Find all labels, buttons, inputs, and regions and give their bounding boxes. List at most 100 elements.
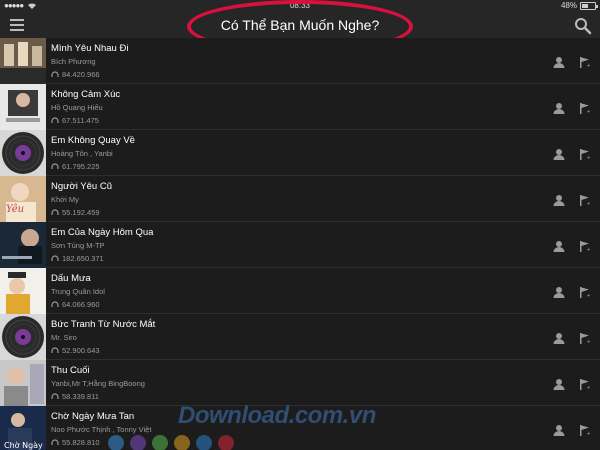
song-cover[interactable] <box>0 360 46 406</box>
svg-text:+: + <box>587 247 591 252</box>
svg-text:+: + <box>587 109 591 114</box>
song-row[interactable]: Thu Cuối Yanbi,Mr T,Hằng BingBoong 58.339.… <box>0 360 600 406</box>
status-time: 08:33 <box>289 1 311 10</box>
artist-icon[interactable] <box>553 423 565 436</box>
song-cover[interactable] <box>0 130 46 176</box>
song-title: Chờ Ngày Mưa Tan <box>51 411 135 422</box>
play-count: 67.511.475 <box>62 116 99 125</box>
song-row[interactable]: Bức Tranh Từ Nước Mắt Mr. Siro 52.900.643 + <box>0 314 600 360</box>
play-count: 52.900.643 <box>62 346 100 355</box>
song-artist: Yanbi,Mr T,Hằng BingBoong <box>51 379 145 388</box>
svg-text:+: + <box>587 385 591 390</box>
play-count: 55.828.810 <box>62 438 100 447</box>
song-artist: Hồ Quang Hiếu <box>51 103 103 112</box>
headphones-icon <box>51 255 59 261</box>
song-plays: 182.650.371 <box>51 254 104 263</box>
artist-icon[interactable] <box>553 55 565 68</box>
song-row[interactable]: Em Không Quay Về Hoàng Tôn , Yanbi 61.795.… <box>0 130 600 176</box>
song-row[interactable]: Chờ Ngày Chờ Ngày Mưa Tan Noo Phước Thịnh … <box>0 406 600 450</box>
song-plays: 52.900.643 <box>51 346 100 355</box>
battery-icon <box>580 1 598 10</box>
artist-icon[interactable] <box>553 193 565 206</box>
artist-icon[interactable] <box>553 377 565 390</box>
song-cover[interactable] <box>0 38 46 84</box>
song-list[interactable]: Mình Yêu Nhau Đi Bích Phương 84.420.966 + Kh… <box>0 38 600 450</box>
song-title: Người Yêu Cũ <box>51 181 112 192</box>
song-cover[interactable] <box>0 222 46 268</box>
headphones-icon <box>51 71 59 77</box>
song-title: Em Của Ngày Hôm Qua <box>51 227 154 238</box>
headphones-icon <box>51 209 59 215</box>
artist-icon[interactable] <box>553 331 565 344</box>
headphones-icon <box>51 163 59 169</box>
flag-icon[interactable]: + <box>579 239 591 253</box>
play-count: 61.795.225 <box>62 162 100 171</box>
headphones-icon <box>51 117 59 123</box>
flag-icon[interactable]: + <box>579 331 591 345</box>
flag-icon[interactable]: + <box>579 55 591 69</box>
svg-text:+: + <box>587 431 591 436</box>
artist-icon[interactable] <box>553 239 565 252</box>
artist-icon[interactable] <box>553 285 565 298</box>
search-icon[interactable] <box>574 17 592 35</box>
flag-icon[interactable]: + <box>579 423 591 437</box>
song-plays: 84.420.966 <box>51 70 100 79</box>
song-artist: Bích Phương <box>51 57 96 66</box>
song-row[interactable]: Em Của Ngày Hôm Qua Sơn Tùng M-TP 182.650.… <box>0 222 600 268</box>
song-plays: 55.192.459 <box>51 208 100 217</box>
play-count: 58.339.811 <box>62 392 99 401</box>
song-row[interactable]: Dấu Mưa Trung Quân Idol 64.066.960 + <box>0 268 600 314</box>
song-plays: 67.511.475 <box>51 116 99 125</box>
song-artist: Hoàng Tôn , Yanbi <box>51 149 113 158</box>
svg-text:+: + <box>587 201 591 206</box>
song-artist: Mr. Siro <box>51 333 77 342</box>
svg-text:+: + <box>587 293 591 298</box>
play-count: 55.192.459 <box>62 208 100 217</box>
svg-text:+: + <box>587 339 591 344</box>
nav-bar: Có Thể Bạn Muốn Nghe? <box>0 12 600 38</box>
play-count: 182.650.371 <box>62 254 104 263</box>
headphones-icon <box>51 301 59 307</box>
svg-text:Chờ Ngày: Chờ Ngày <box>4 440 43 450</box>
svg-text:+: + <box>587 63 591 68</box>
song-title: Em Không Quay Về <box>51 135 135 146</box>
song-plays: 64.066.960 <box>51 300 100 309</box>
battery-fill <box>582 3 588 8</box>
play-count: 64.066.960 <box>62 300 100 309</box>
song-title: Không Cảm Xúc <box>51 89 121 100</box>
page-title: Có Thể Bạn Muốn Nghe? <box>220 17 380 33</box>
song-title: Dấu Mưa <box>51 273 91 284</box>
song-row[interactable]: Không Cảm Xúc Hồ Quang Hiếu 67.511.475 + <box>0 84 600 130</box>
headphones-icon <box>51 347 59 353</box>
play-count: 84.420.966 <box>62 70 100 79</box>
flag-icon[interactable]: + <box>579 285 591 299</box>
song-cover[interactable] <box>0 314 46 360</box>
song-artist: Sơn Tùng M-TP <box>51 241 105 250</box>
headphones-icon <box>51 393 59 399</box>
song-cover[interactable] <box>0 268 46 314</box>
flag-icon[interactable]: + <box>579 377 591 391</box>
song-row[interactable]: Yêu Người Yêu Cũ Khởi My 55.192.459 + <box>0 176 600 222</box>
battery-percent: 48% <box>560 1 577 10</box>
song-plays: 61.795.225 <box>51 162 100 171</box>
svg-text:Yêu: Yêu <box>6 204 24 215</box>
flag-icon[interactable]: + <box>579 101 591 115</box>
status-bar: ●●●●● 08:33 48% <box>0 0 600 12</box>
song-row[interactable]: Mình Yêu Nhau Đi Bích Phương 84.420.966 + <box>0 38 600 84</box>
song-plays: 55.828.810 <box>51 438 100 447</box>
song-cover[interactable]: Chờ Ngày <box>0 406 46 450</box>
song-cover[interactable]: Yêu <box>0 176 46 222</box>
artist-icon[interactable] <box>553 147 565 160</box>
battery-area: 48% <box>560 1 598 10</box>
song-cover[interactable] <box>0 84 46 130</box>
song-title: Bức Tranh Từ Nước Mắt <box>51 319 156 330</box>
flag-icon[interactable]: + <box>579 193 591 207</box>
song-title: Mình Yêu Nhau Đi <box>51 43 129 54</box>
headphones-icon <box>51 439 59 445</box>
flag-icon[interactable]: + <box>579 147 591 161</box>
artist-icon[interactable] <box>553 101 565 114</box>
song-artist: Trung Quân Idol <box>51 287 105 296</box>
song-title: Thu Cuối <box>51 365 90 376</box>
song-artist: Khởi My <box>51 195 79 204</box>
song-plays: 58.339.811 <box>51 392 99 401</box>
